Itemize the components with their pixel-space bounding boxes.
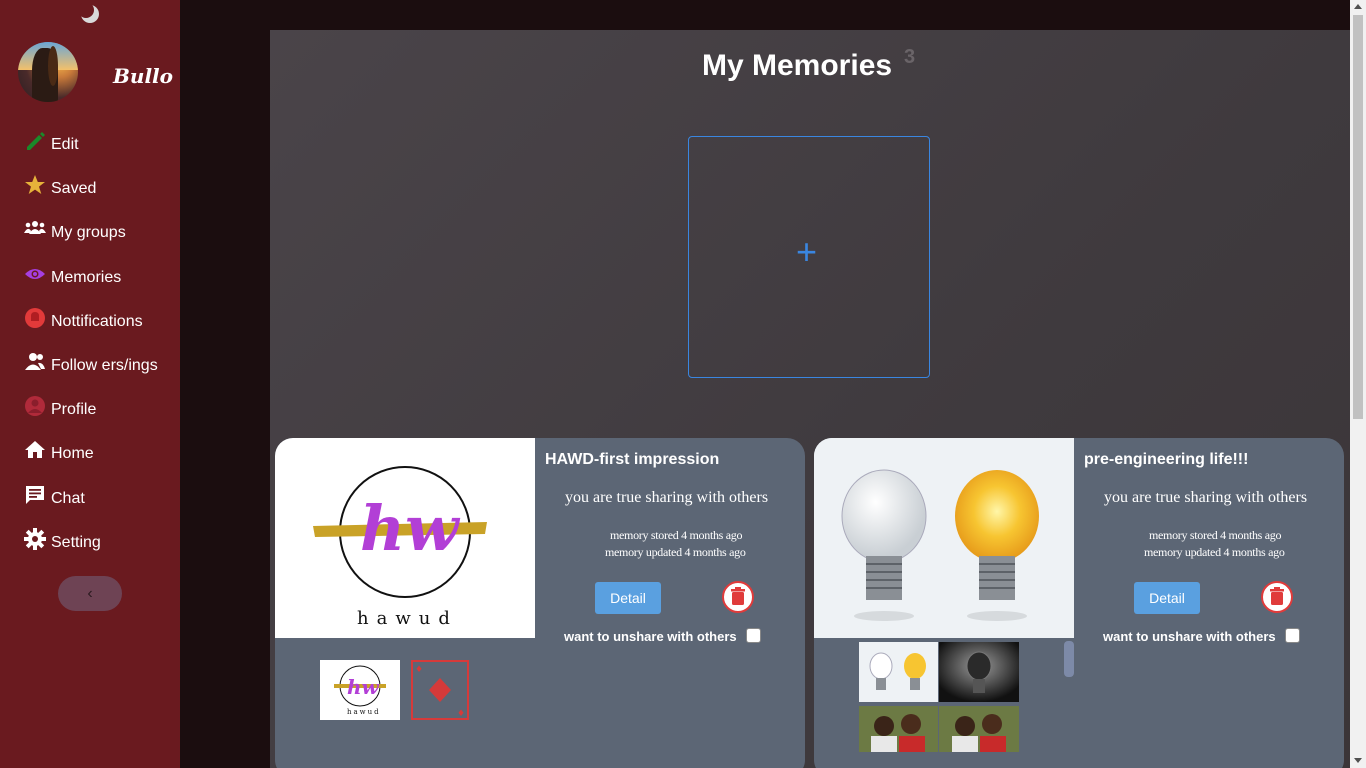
scrollbar-thumb[interactable] xyxy=(1353,15,1363,419)
scroll-up-arrow-icon[interactable] xyxy=(1354,4,1362,9)
sidebar-item-label: Chat xyxy=(51,489,85,507)
detail-button[interactable]: Detail xyxy=(595,582,661,614)
memory-count-badge: 3 xyxy=(904,46,916,68)
gallery-thumbnail[interactable]: ♦ ♦ xyxy=(411,660,469,720)
memory-updated-timestamp: memory updated 4 months ago xyxy=(1144,545,1285,559)
detail-button[interactable]: Detail xyxy=(1134,582,1200,614)
share-status-text: you are true sharing with others xyxy=(1104,489,1308,506)
memory-title: HAWD-first impression xyxy=(545,451,720,468)
sidebar-item-label: My groups xyxy=(51,224,126,242)
svg-text:♦: ♦ xyxy=(415,665,423,675)
sidebar-item-label: Home xyxy=(51,445,94,463)
page-title: My Memories xyxy=(702,49,893,82)
svg-text:hawud: hawud xyxy=(347,708,381,716)
memory-stored-timestamp: memory stored 4 months ago xyxy=(610,528,743,542)
memory-title: pre-engineering life!!! xyxy=(1084,451,1249,468)
unshare-checkbox[interactable] xyxy=(746,628,761,643)
group-icon xyxy=(24,221,46,235)
chevron-left-icon: ‹ xyxy=(87,584,93,602)
sidebar-item-label: Nottifications xyxy=(51,312,143,330)
memories-panel: My Memories 3 + hw hawud HAWD-first impr… xyxy=(270,30,1350,768)
pencil-icon xyxy=(27,132,45,150)
page-scrollbar[interactable] xyxy=(1350,0,1366,768)
memory-cover-image[interactable] xyxy=(814,438,1074,638)
trash-icon xyxy=(731,587,745,605)
unshare-checkbox[interactable] xyxy=(1285,628,1300,643)
gallery-thumbnail[interactable] xyxy=(939,642,1019,702)
delete-button[interactable] xyxy=(1261,581,1293,613)
add-memory-button[interactable]: + xyxy=(688,136,930,378)
sidebar-item-label: Memories xyxy=(51,268,122,286)
hawud-logo: hw hawud xyxy=(313,466,487,629)
sidebar-item-label: Profile xyxy=(51,401,97,419)
bell-icon xyxy=(25,307,45,328)
scroll-down-arrow-icon[interactable] xyxy=(1354,758,1362,763)
collapse-sidebar-button[interactable]: ‹ xyxy=(58,576,122,611)
gallery-scrollbar[interactable] xyxy=(1064,641,1074,677)
gallery-thumbnail[interactable] xyxy=(859,642,938,702)
share-status-text: you are true sharing with others xyxy=(565,489,769,506)
gear-icon xyxy=(24,527,46,550)
sidebar-item-label: Edit xyxy=(51,136,79,153)
trash-icon xyxy=(1270,587,1284,605)
memory-card: pre-engineering life!!! you are true sha… xyxy=(814,438,1344,768)
user-icon xyxy=(25,396,45,417)
sidebar-item-label: Saved xyxy=(51,180,97,198)
svg-text:hw: hw xyxy=(360,492,461,565)
dark-mode-moon-icon[interactable] xyxy=(79,3,101,25)
unshare-label: want to unshare with others xyxy=(1103,629,1276,644)
gallery-thumbnail[interactable] xyxy=(859,706,938,752)
sidebar-item-label: Setting xyxy=(51,533,101,551)
memory-updated-timestamp: memory updated 4 months ago xyxy=(605,545,746,559)
star-icon xyxy=(25,175,45,195)
people-icon xyxy=(25,352,45,370)
avatar[interactable] xyxy=(18,42,78,102)
svg-text:♦: ♦ xyxy=(457,709,465,719)
lightbulbs-image xyxy=(814,438,1074,638)
memory-card: hw hawud HAWD-first impression you are t… xyxy=(275,438,805,768)
memory-stored-timestamp: memory stored 4 months ago xyxy=(1149,528,1282,542)
svg-text:hw: hw xyxy=(347,675,380,699)
gallery-thumbnail[interactable] xyxy=(939,706,1019,752)
chat-icon xyxy=(26,485,44,504)
unshare-label: want to unshare with others xyxy=(564,629,737,644)
logo-text: hawud xyxy=(357,608,458,629)
eye-icon xyxy=(25,268,45,279)
sidebar-item-label: Follow ers/ings xyxy=(51,356,158,374)
gallery-thumbnail[interactable]: hw hawud xyxy=(320,660,400,720)
plus-icon: + xyxy=(796,231,818,272)
memory-cover-image[interactable]: hw hawud xyxy=(275,438,535,638)
sidebar: Bullo Edit Saved My groups Memories Nott… xyxy=(0,0,180,768)
home-icon xyxy=(25,441,45,459)
delete-button[interactable] xyxy=(722,581,754,613)
username: Bullo xyxy=(113,64,173,88)
